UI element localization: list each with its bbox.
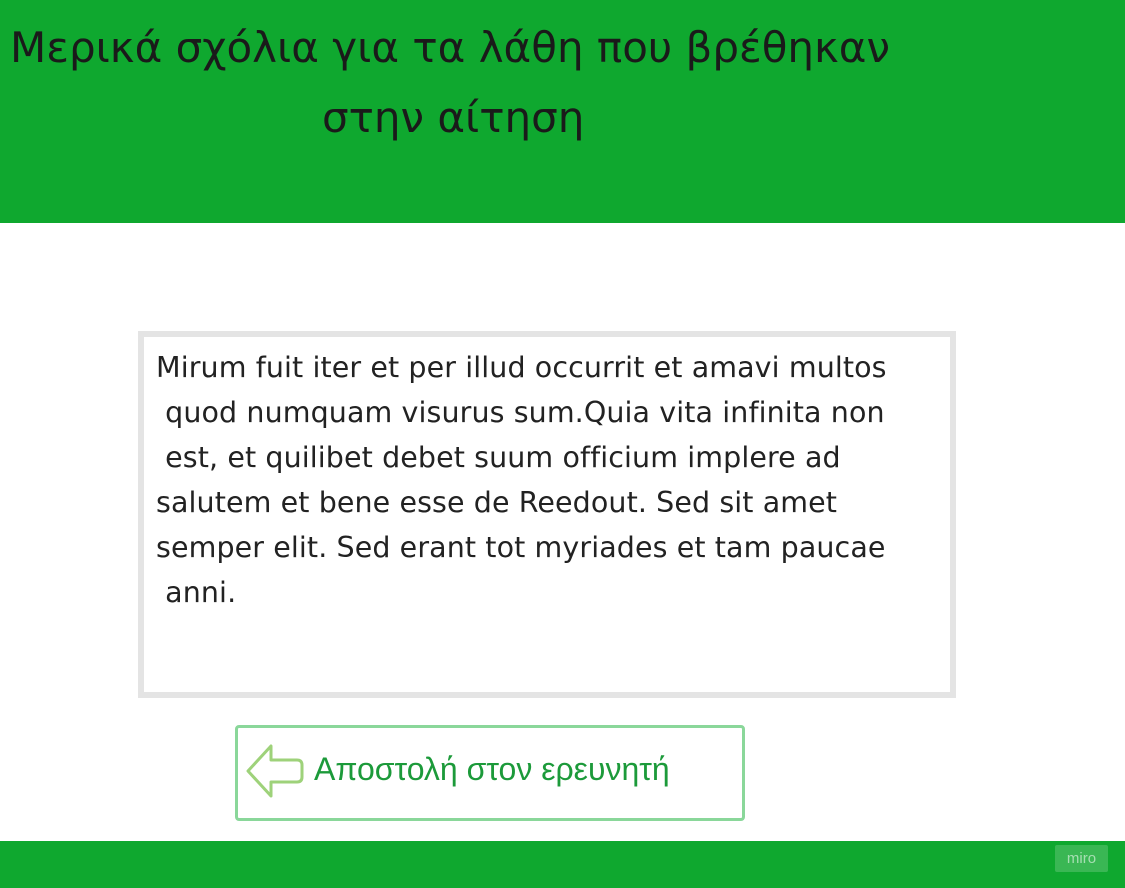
page-title-line-2: στην αίτηση: [322, 93, 585, 142]
arrow-left-icon: [246, 744, 304, 798]
comments-text: Mirum fuit iter et per illud occurrit et…: [156, 351, 887, 609]
send-button-label: Αποστολή στον ερευνητή: [314, 751, 670, 787]
footer-bar: miro: [0, 841, 1125, 888]
page: Μερικά σχόλια για τα λάθη που βρέθηκαν σ…: [0, 0, 1125, 888]
page-title-line-1: Μερικά σχόλια για τα λάθη που βρέθηκαν: [10, 23, 890, 72]
comments-textarea[interactable]: Mirum fuit iter et per illud occurrit et…: [138, 331, 956, 698]
miro-badge: miro: [1055, 845, 1108, 872]
header-banner: Μερικά σχόλια για τα λάθη που βρέθηκαν σ…: [0, 0, 1125, 223]
send-to-researcher-button[interactable]: Αποστολή στον ερευνητή: [235, 725, 745, 821]
